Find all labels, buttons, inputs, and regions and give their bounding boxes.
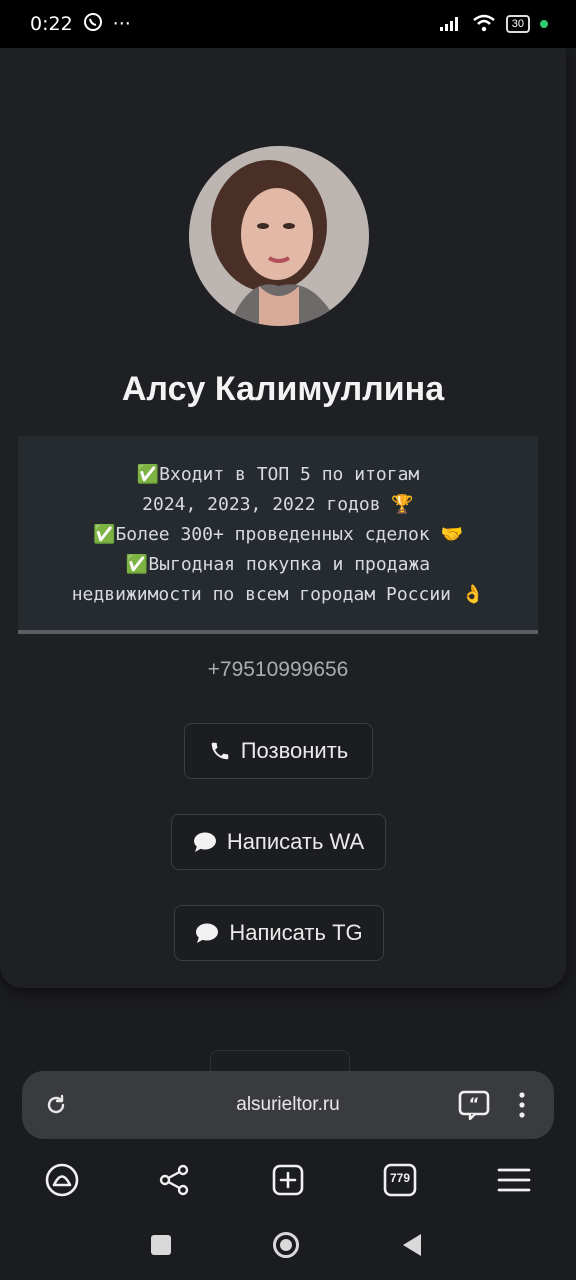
- alice-assistant-icon[interactable]: [44, 1162, 80, 1198]
- system-navigation-bar: [0, 1214, 576, 1280]
- call-button[interactable]: Позвонить: [184, 723, 373, 779]
- signal-icon: [439, 15, 462, 34]
- bio-line: ✅Входит в ТОП 5 по итогам: [136, 464, 420, 485]
- more-notifications-icon: ···: [112, 13, 131, 35]
- svg-text:“: “: [469, 1094, 480, 1113]
- home-icon[interactable]: [272, 1231, 300, 1264]
- more-vert-icon[interactable]: [512, 1091, 532, 1124]
- bio-line: ✅Выгодная покупка и продажа: [125, 554, 431, 575]
- wifi-icon: [472, 14, 496, 35]
- browser-bottom-bar: 779: [0, 1150, 576, 1210]
- status-bar: 0:22 ··· 30: [0, 0, 576, 48]
- clock: 0:22: [30, 13, 73, 35]
- bio-block: ✅Входит в ТОП 5 по итогам 2024, 2023, 20…: [18, 436, 538, 634]
- battery-indicator: 30: [505, 15, 530, 33]
- viber-icon: [83, 12, 103, 37]
- write-tg-button[interactable]: Написать TG: [174, 905, 384, 961]
- tabs-counter-icon[interactable]: 779: [382, 1162, 418, 1198]
- browser-url-bar[interactable]: alsurieltor.ru “: [22, 1071, 554, 1139]
- call-button-label: Позвонить: [240, 738, 349, 763]
- back-icon[interactable]: [400, 1232, 424, 1263]
- phone-icon: [209, 740, 231, 762]
- chat-bubble-icon: [195, 922, 219, 944]
- tabs-count: 779: [389, 1171, 411, 1185]
- bio-line: ✅Более 300+ проведенных сделок 🤝: [93, 524, 463, 545]
- new-tab-icon[interactable]: [270, 1162, 306, 1198]
- menu-icon[interactable]: [496, 1162, 532, 1198]
- quote-icon[interactable]: “: [458, 1089, 490, 1126]
- write-wa-button[interactable]: Написать WA: [171, 814, 386, 870]
- share-icon[interactable]: [156, 1162, 192, 1198]
- tg-button-label: Написать TG: [229, 920, 363, 945]
- avatar: [189, 146, 369, 326]
- chat-bubble-icon: [193, 831, 217, 853]
- phone-number: +79510999656: [207, 658, 349, 681]
- privacy-dot-icon: [540, 20, 548, 28]
- recent-apps-icon[interactable]: [150, 1234, 172, 1261]
- bio-line: 2024, 2023, 2022 годов 🏆: [142, 494, 414, 515]
- bio-line: недвижимости по всем городам России 👌: [71, 584, 485, 605]
- wa-button-label: Написать WA: [226, 829, 365, 854]
- profile-name: Алсу Калимуллина: [121, 370, 445, 408]
